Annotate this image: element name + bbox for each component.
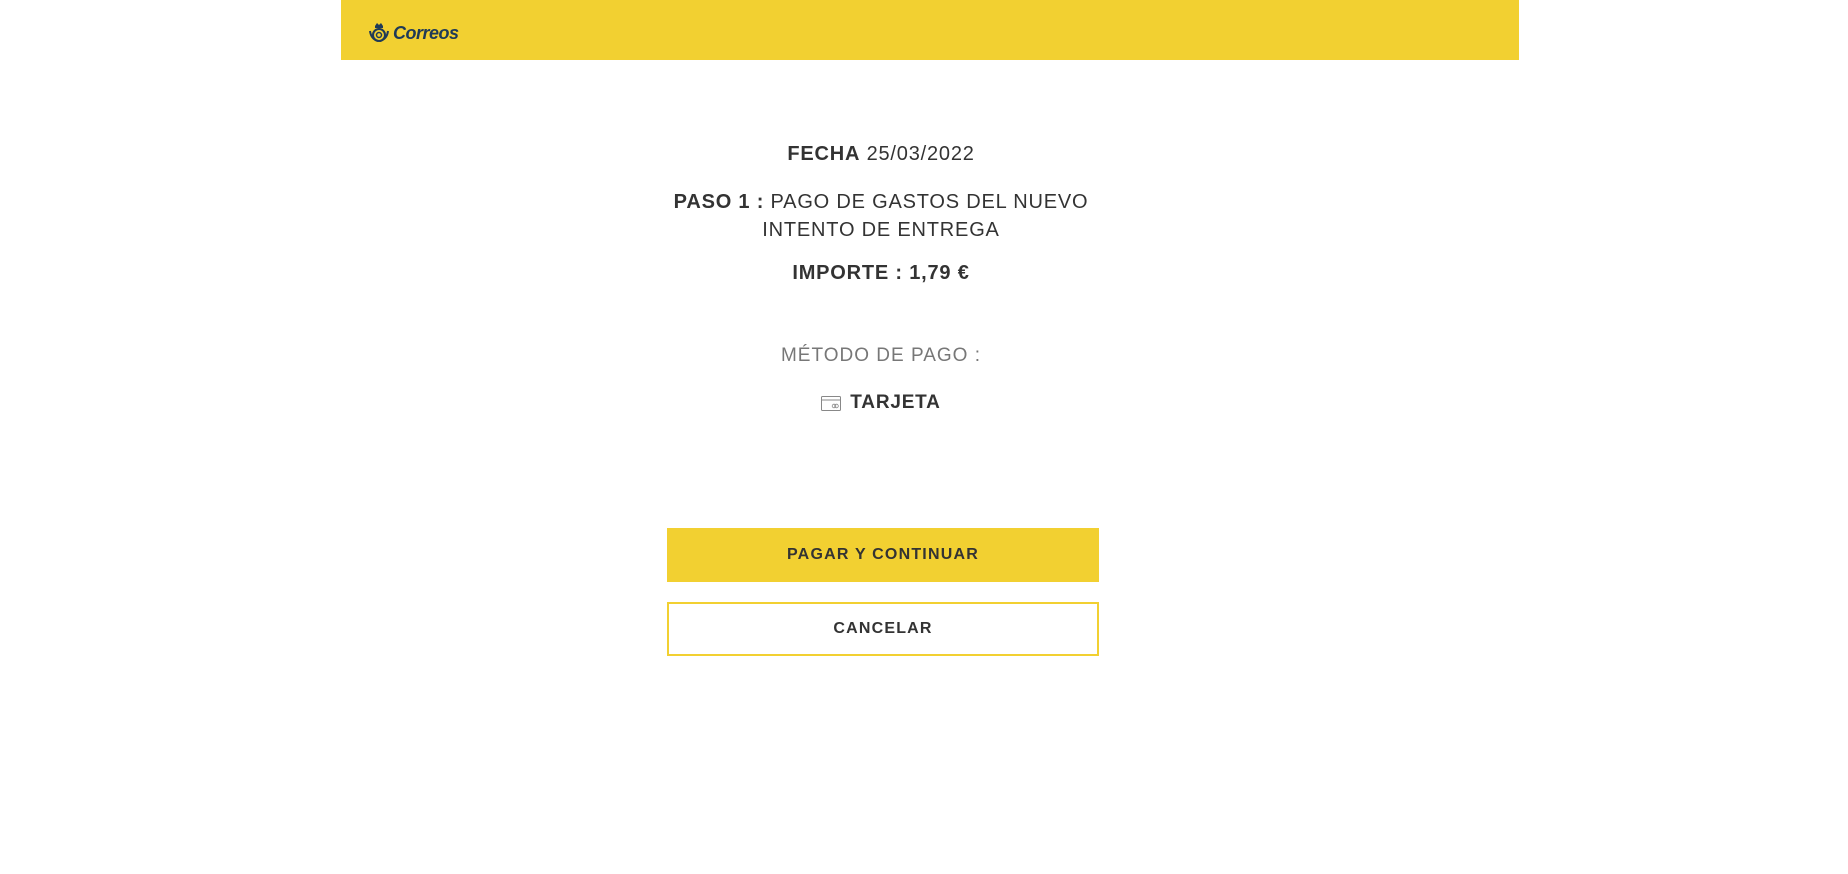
step-line: PASO 1 : PAGO DE GASTOS DEL NUEVO INTENT… — [0, 188, 1762, 244]
credit-card-icon — [821, 395, 842, 411]
payment-method-value: TARJETA — [850, 392, 941, 413]
logo-text: Correos — [393, 22, 459, 43]
amount-line: IMPORTE : 1,79 € — [792, 262, 970, 284]
date-label: FECHA — [787, 143, 861, 165]
step-label: PASO 1 : — [673, 191, 765, 213]
payment-method-label: MÉTODO DE PAGO : — [780, 345, 982, 366]
posthorn-crown-icon — [369, 23, 389, 42]
date-value: 25/03/2022 — [866, 143, 975, 165]
step-description: PAGO DE GASTOS DEL NUEVO INTENTO DE ENTR… — [762, 191, 1089, 241]
correos-logo[interactable]: Correos — [368, 20, 459, 46]
top-header-bar: Correos — [341, 0, 1519, 60]
cancel-button[interactable]: CANCELAR — [667, 602, 1099, 656]
date-line: FECHA 25/03/2022 — [0, 143, 1762, 166]
payment-method-card[interactable]: TARJETA — [0, 392, 1762, 414]
pay-and-continue-button[interactable]: PAGAR Y CONTINUAR — [667, 528, 1099, 582]
